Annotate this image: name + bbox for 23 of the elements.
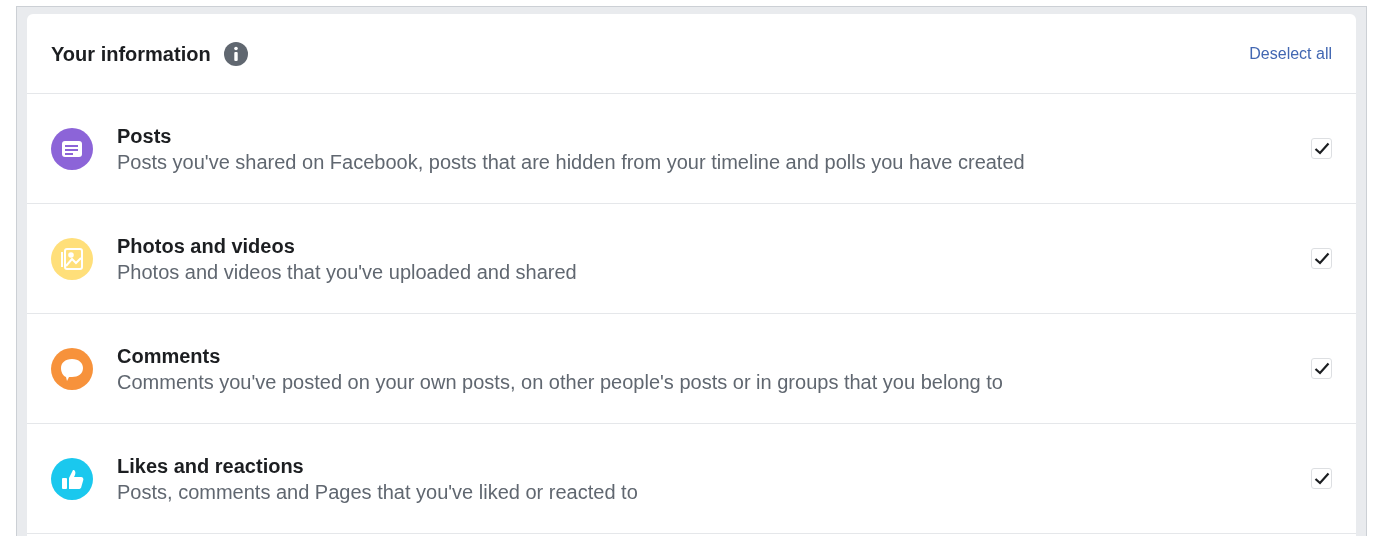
checkmark-icon [1313,472,1330,485]
category-description: Comments you've posted on your own posts, on other people's posts or in groups that you belong to [117,369,1003,395]
category-title: Photos and videos [117,233,296,259]
checkbox[interactable] [1311,248,1332,269]
checkbox[interactable] [1311,138,1332,159]
category-title: Likes and reactions [117,453,305,479]
category-row[interactable]: Photos and videos Photos and videos that you've uploaded and shared [27,204,1356,314]
checkmark-icon [1313,142,1330,155]
category-row[interactable]: Comments Comments you've posted on your own posts, on other people's posts or in groups that you belong to [27,314,1356,424]
category-title: Comments [117,343,222,369]
category-title: Posts [117,123,173,149]
checkmark-icon [1313,252,1330,265]
category-row[interactable]: Posts Posts you've shared on Facebook, posts that are hidden from your timeline and polls you have created [27,94,1356,204]
checkmark-icon [1313,362,1330,375]
category-row[interactable]: Likes and reactions Posts, comments and Pages that you've liked or reacted to [27,424,1356,534]
category-description: Posts you've shared on Facebook, posts that are hidden from your timeline and polls you have created [117,149,1025,175]
category-description: Posts, comments and Pages that you've liked or reacted to [117,479,638,505]
category-description: Photos and videos that you've uploaded and shared [117,259,577,285]
section-title: Your information [51,41,211,67]
checkbox[interactable] [1311,358,1332,379]
deselect-all-link[interactable]: Deselect all [1249,41,1332,66]
info-icon[interactable] [223,41,248,66]
checkbox[interactable] [1311,468,1332,489]
